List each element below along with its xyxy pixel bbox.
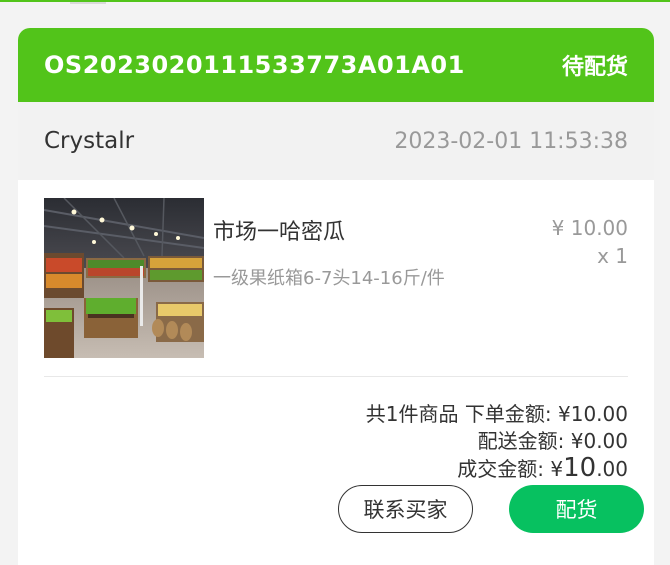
product-item[interactable]: 市场一哈密瓜 一级果纸箱6-7头14-16斤/件 ¥ 10.00 x 1 xyxy=(18,180,654,376)
order-number: OS2023020111533773A01A01 xyxy=(44,51,465,79)
deal-amount-decimal: .00 xyxy=(596,457,628,481)
deal-amount-integer: 10 xyxy=(563,453,597,483)
product-quantity: x 1 xyxy=(597,244,628,268)
tab-indicator-hint xyxy=(70,2,106,4)
buyer-row: Crystalr 2023-02-01 11:53:38 xyxy=(18,102,654,180)
deal-amount-label: 成交金额: xyxy=(457,457,544,481)
summary-deal-amount: 成交金额: ¥10.00 xyxy=(18,455,628,483)
delivery-fee-currency: ¥ xyxy=(570,429,584,453)
contact-buyer-button[interactable]: 联系买家 xyxy=(338,485,473,533)
order-amount-currency: ¥ xyxy=(558,402,571,426)
product-spec: 一级果纸箱6-7头14-16斤/件 xyxy=(213,268,445,289)
order-status: 待配货 xyxy=(561,55,628,80)
item-count: 共1件商品 xyxy=(365,402,459,426)
dispatch-button[interactable]: 配货 xyxy=(509,485,644,533)
order-detail-page: OS2023020111533773A01A01 待配货 Crystalr 20… xyxy=(0,0,670,565)
delivery-fee-label: 配送金额: xyxy=(477,429,565,453)
order-summary: 共1件商品 下单金额: ¥10.00 配送金额: ¥0.00 成交金额: ¥10… xyxy=(18,377,654,483)
order-time: 2023-02-01 11:53:38 xyxy=(394,128,628,154)
action-buttons: 联系买家 配货 xyxy=(338,485,644,533)
summary-delivery-fee: 配送金额: ¥0.00 xyxy=(18,428,628,455)
product-price: ¥ 10.00 xyxy=(551,216,628,240)
delivery-fee-value: 0.00 xyxy=(583,429,628,453)
summary-order-amount: 共1件商品 下单金额: ¥10.00 xyxy=(18,401,628,428)
supermarket-photo-illustration xyxy=(44,198,204,358)
deal-amount-currency: ¥ xyxy=(550,457,564,481)
product-name: 市场一哈密瓜 xyxy=(213,220,346,245)
product-image xyxy=(44,198,204,358)
order-amount-value: 10.00 xyxy=(570,402,628,426)
buyer-name: Crystalr xyxy=(44,128,135,154)
order-header: OS2023020111533773A01A01 待配货 xyxy=(18,28,654,102)
order-amount-label: 下单金额: xyxy=(464,402,552,426)
